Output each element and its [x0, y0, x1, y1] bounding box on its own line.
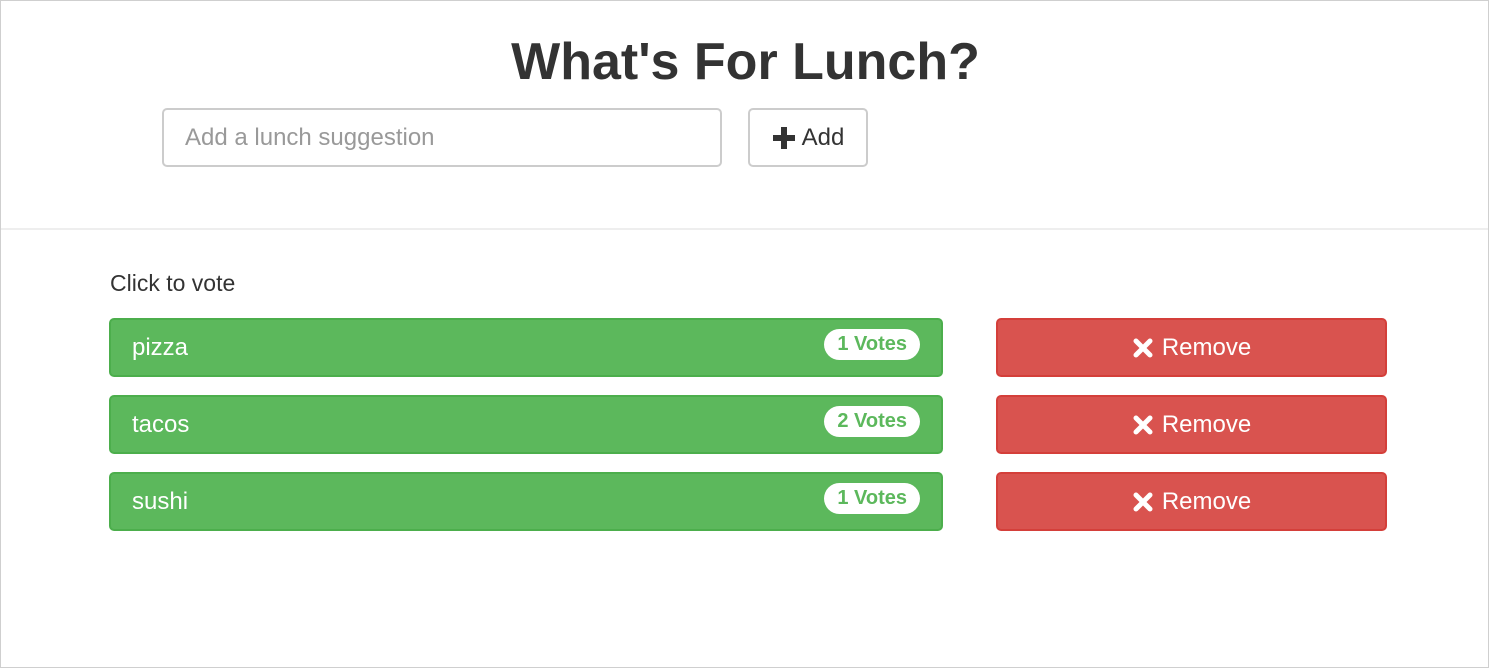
suggestion-name: tacos — [132, 410, 190, 438]
page-title: What's For Lunch? — [511, 33, 980, 91]
suggestion-name: pizza — [132, 333, 189, 361]
vote-count-badge: 1 Votes — [824, 483, 920, 514]
lunch-suggestion-input[interactable] — [162, 108, 722, 167]
x-icon — [1132, 337, 1154, 359]
section-divider — [1, 228, 1488, 230]
remove-button-sushi[interactable]: Remove — [996, 472, 1387, 531]
remove-button-label: Remove — [1161, 487, 1252, 515]
plus-icon — [772, 126, 796, 150]
add-button[interactable]: Add — [748, 108, 868, 167]
vote-button-tacos[interactable]: tacos 2 Votes — [109, 395, 943, 454]
vote-button-pizza[interactable]: pizza 1 Votes — [109, 318, 943, 377]
vote-button-sushi[interactable]: sushi 1 Votes — [109, 472, 943, 531]
remove-button-pizza[interactable]: Remove — [996, 318, 1387, 377]
remove-button-label: Remove — [1161, 410, 1252, 438]
vote-count-badge: 2 Votes — [824, 406, 920, 437]
x-icon — [1132, 414, 1154, 436]
vote-count-badge: 1 Votes — [824, 329, 920, 360]
suggestion-name: sushi — [132, 487, 189, 515]
app-window: What's For Lunch? Add Click to vote pizz… — [0, 0, 1489, 668]
add-button-label: Add — [801, 123, 845, 151]
remove-button-label: Remove — [1161, 333, 1252, 361]
vote-hint: Click to vote — [110, 270, 236, 296]
x-icon — [1132, 491, 1154, 513]
remove-button-tacos[interactable]: Remove — [996, 395, 1387, 454]
